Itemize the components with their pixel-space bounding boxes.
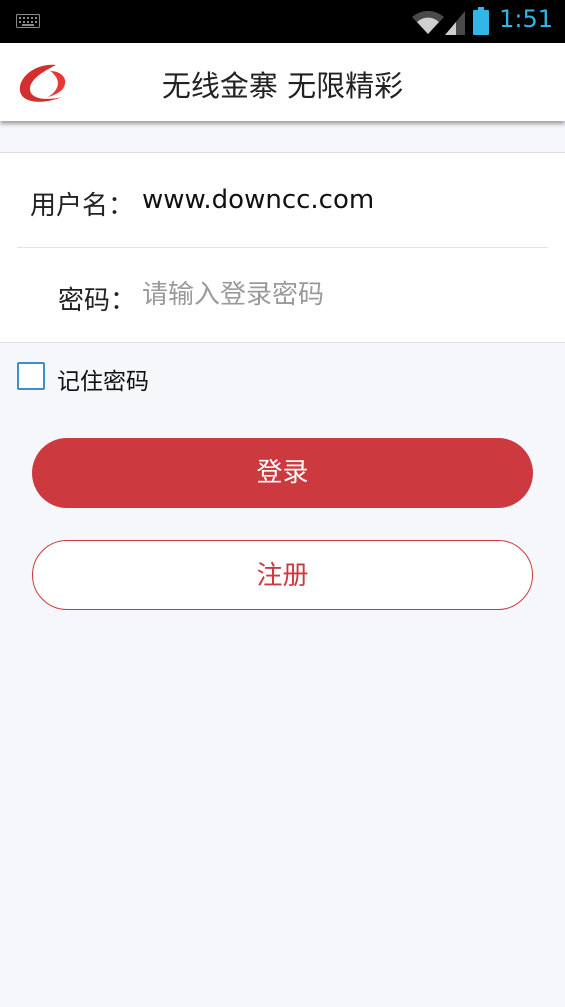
password-input[interactable] (142, 274, 542, 316)
username-input[interactable] (142, 179, 542, 221)
wifi-icon (412, 10, 444, 35)
username-row: 用户名： (0, 153, 565, 247)
register-button[interactable]: 注册 (32, 540, 533, 610)
signal-icon (445, 11, 465, 35)
login-button[interactable]: 登录 (32, 438, 533, 508)
password-row: 密码： (0, 248, 565, 342)
keyboard-icon (16, 14, 40, 28)
password-label: 密码： (58, 286, 137, 316)
username-label: 用户名： (30, 191, 135, 221)
remember-password-checkbox[interactable] (17, 362, 45, 390)
status-clock: 1:51 (499, 5, 553, 33)
page-title: 无线金寨 无限精彩 (161, 69, 404, 103)
app-header: 无线金寨 无限精彩 (0, 43, 565, 121)
remember-password-label[interactable]: 记住密码 (57, 362, 149, 396)
login-form: 用户名： 密码： (0, 152, 565, 343)
battery-icon (473, 7, 489, 35)
status-bar: 1:51 (0, 0, 565, 43)
